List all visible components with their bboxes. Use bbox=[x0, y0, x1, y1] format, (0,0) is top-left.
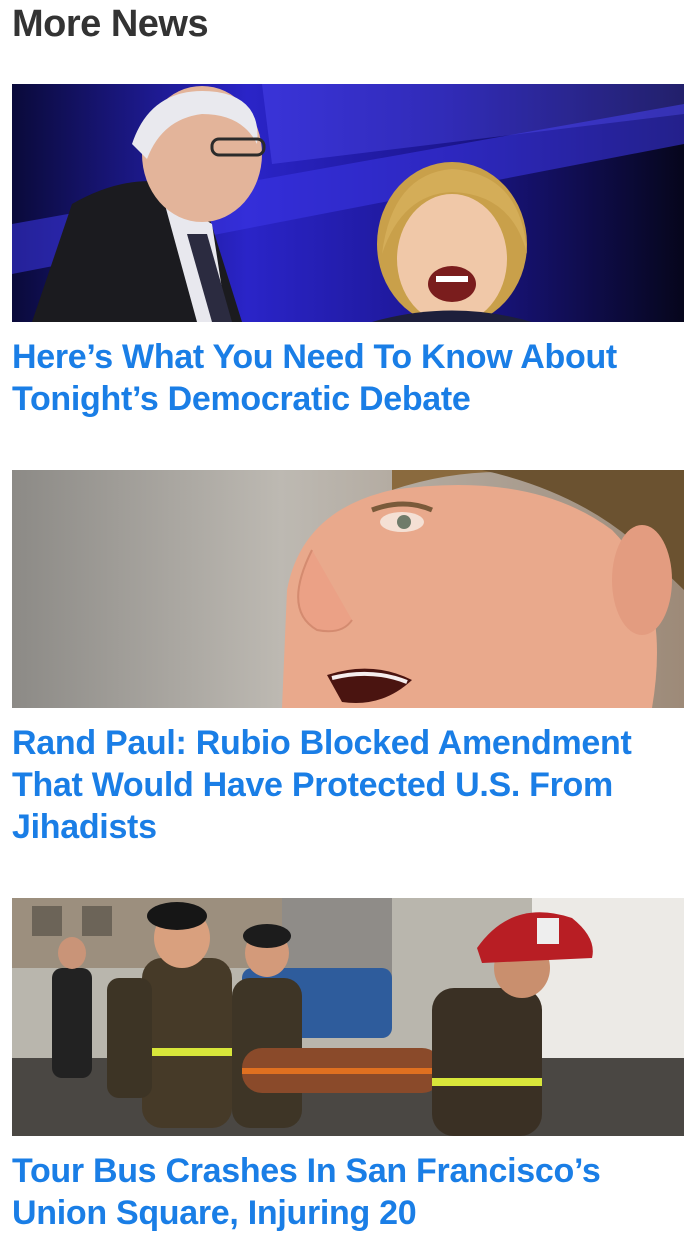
section-title: More News bbox=[12, 3, 209, 45]
article-image[interactable] bbox=[12, 470, 684, 708]
article-headline-link[interactable]: Rand Paul: Rubio Blocked Amendment That … bbox=[12, 722, 684, 848]
article-image[interactable] bbox=[12, 84, 684, 322]
article-headline-link[interactable]: Here’s What You Need To Know About Tonig… bbox=[12, 336, 684, 420]
article-headline-link[interactable]: Tour Bus Crashes In San Francisco’s Unio… bbox=[12, 1150, 684, 1234]
article-image[interactable] bbox=[12, 898, 684, 1136]
news-item[interactable]: Tour Bus Crashes In San Francisco’s Unio… bbox=[12, 898, 684, 1234]
news-item[interactable]: Here’s What You Need To Know About Tonig… bbox=[12, 84, 684, 420]
news-item[interactable]: Rand Paul: Rubio Blocked Amendment That … bbox=[12, 470, 684, 848]
